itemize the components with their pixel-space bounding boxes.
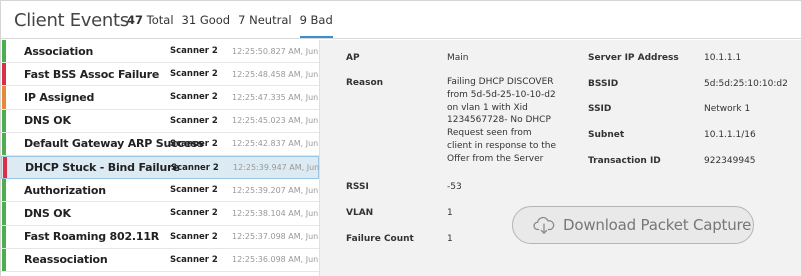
filter-total-label: Total [146,13,174,27]
filter-bad-count: 9 [299,13,307,27]
subnet-label: Subnet [588,130,625,140]
status-bar-good [2,225,6,248]
filter-neutral[interactable]: 7 Neutral [238,13,291,38]
server-ip-value: 10.1.1.1 [704,53,742,63]
reason-line: on vlan 1 with Xid [447,102,528,113]
event-scanner: Scanner 2 [170,115,218,126]
reason-line: Request seen from [447,128,532,139]
filter-good-count: 31 [181,13,197,27]
cloud-download-icon [533,216,555,234]
event-name: DNS OK [24,206,71,220]
event-detail-pane: AP Main Reason Failing DHCP DISCOVER from… [319,40,801,276]
event-scanner: Scanner 2 [170,208,218,219]
server-ip-label: Server IP Address [588,53,679,63]
reason-line: Failing DHCP DISCOVER [447,77,554,87]
status-bar-good [2,40,6,63]
event-filter-tabs: 47 Total 31 Good 7 Neutral 9 Bad [127,13,341,38]
event-timestamp: 12:25:37.098 AM, Jun 30 [232,232,331,242]
event-scanner: Scanner 2 [170,46,218,57]
vlan-label: VLAN [346,208,374,218]
event-scanner: Scanner 2 [170,138,218,149]
event-name: Authorization [24,183,106,197]
rssi-label: RSSI [346,182,369,192]
event-row[interactable]: IP Assigned Scanner 2 12:25:47.335 AM, Jun… [1,86,331,110]
event-row[interactable]: DHCP Stuck - Bind Failure Scanner 2 12:25:… [1,155,332,180]
status-bar-good [2,109,6,132]
status-bar-neutral [2,86,6,109]
failure-count-value: 1 [447,234,453,244]
transaction-id-value: 922349945 [704,156,756,166]
event-row[interactable]: Default Gateway ARP Success Scanner 2 12:2… [1,132,331,156]
failure-count-label: Failure Count [346,234,414,244]
event-list: Association Scanner 2 12:25:50.827 AM, Jun… [1,40,332,276]
event-row[interactable]: Fast Roaming 802.11R Scanner 2 12:25:37.09… [1,225,331,249]
event-timestamp: 12:25:39.947 AM, Jun 30 [233,163,332,173]
status-bar-good [2,202,6,225]
event-scanner: Scanner 2 [170,69,218,80]
status-bar-good [2,179,6,202]
event-timestamp: 12:25:42.837 AM, Jun 30 [232,139,331,149]
event-scanner: Scanner 2 [171,162,219,173]
filter-bad[interactable]: 9 Bad [299,13,333,38]
event-timestamp: 12:25:50.827 AM, Jun 30 [232,46,331,56]
event-name: DHCP Stuck - Bind Failure [25,161,180,175]
event-name: DNS OK [24,114,71,128]
event-name: Reassociation [24,253,108,267]
event-row[interactable]: Fast BSS Assoc Failure Scanner 2 12:25:48.… [1,63,331,87]
reason-label: Reason [346,78,384,88]
filter-total[interactable]: 47 Total [127,13,174,38]
download-button-label: Download Packet Capture [563,216,752,234]
rssi-value: -53 [447,182,462,192]
event-row[interactable]: Authorization Scanner 2 12:25:39.207 AM, J… [1,179,331,203]
filter-total-count: 47 [127,13,144,27]
event-timestamp: 12:25:45.023 AM, Jun 30 [232,116,331,126]
subnet-value: 10.1.1.1/16 [704,130,756,140]
status-bar-bad [2,63,6,86]
ssid-value: Network 1 [704,104,751,114]
ap-label: AP [346,53,360,63]
ap-value: Main [447,53,469,63]
transaction-id-label: Transaction ID [588,156,661,166]
event-name: Fast Roaming 802.11R [24,230,160,244]
filter-neutral-label: Neutral [249,13,292,27]
event-timestamp: 12:25:39.207 AM, Jun 30 [232,185,331,195]
event-scanner: Scanner 2 [170,254,218,265]
reason-line: client in response to the [447,140,557,151]
client-events-panel: Client Events 47 Total 31 Good 7 Neutral… [0,0,802,276]
filter-bad-label: Bad [310,13,333,27]
event-row[interactable]: DNS OK Scanner 2 12:25:38.104 AM, Jun 30 [1,202,331,226]
event-timestamp: 12:25:36.098 AM, Jun 30 [232,255,331,265]
event-timestamp: 12:25:48.458 AM, Jun 30 [232,69,331,79]
reason-value: Failing DHCP DISCOVER from 5d-5d-25-10-10… [447,76,597,166]
vlan-value: 1 [447,208,453,218]
filter-good-label: Good [199,13,231,27]
event-name: Fast BSS Assoc Failure [24,67,160,81]
event-timestamp: 12:25:38.104 AM, Jun 30 [232,208,331,218]
event-row[interactable]: DNS OK Scanner 2 12:25:45.023 AM, Jun 30 [1,109,331,133]
bssid-value: 5d:5d:25:10:10:d2 [704,79,788,89]
bssid-label: BSSID [588,79,619,89]
filter-good[interactable]: 31 Good [182,13,231,38]
ssid-label: SSID [588,104,612,114]
reason-line: 1234567728- No DHCP [447,115,551,126]
event-scanner: Scanner 2 [170,185,218,196]
event-scanner: Scanner 2 [170,231,218,242]
panel-header: Client Events 47 Total 31 Good 7 Neutral… [1,1,801,39]
reason-line: Offer from the Server [447,153,544,164]
page-title: Client Events [14,10,129,31]
event-name: Association [24,44,94,58]
reason-line: from 5d-5d-25-10-10-d2 [447,89,556,100]
download-packet-capture-button[interactable]: Download Packet Capture [512,206,754,244]
event-timestamp: 12:25:47.335 AM, Jun 30 [232,92,331,102]
status-bar-good [2,248,6,271]
event-scanner: Scanner 2 [170,92,218,103]
status-bar-bad [3,156,7,179]
filter-neutral-count: 7 [238,13,246,27]
event-name: IP Assigned [24,90,95,104]
status-bar-good [2,132,6,155]
event-row[interactable]: Association Scanner 2 12:25:50.827 AM, Jun… [1,40,331,64]
event-row[interactable]: Reassociation Scanner 2 12:25:36.098 AM, J… [1,248,331,272]
